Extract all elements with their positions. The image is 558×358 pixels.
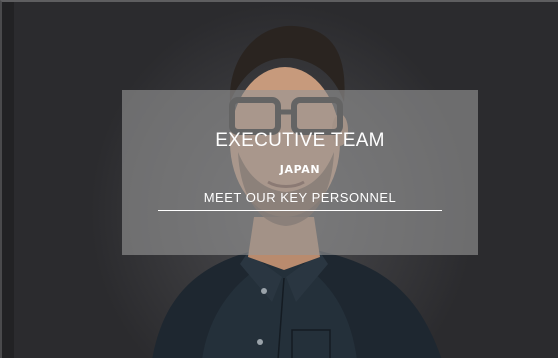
region-label: JAPAN [279,163,321,176]
hero-banner: EXECUTIVE TEAM JAPAN MEET OUR KEY PERSON… [0,0,558,358]
meet-key-personnel-link[interactable]: MEET OUR KEY PERSONNEL [158,190,442,211]
section-title: EXECUTIVE TEAM [215,130,385,151]
hero-overlay-panel: EXECUTIVE TEAM JAPAN MEET OUR KEY PERSON… [122,90,478,255]
